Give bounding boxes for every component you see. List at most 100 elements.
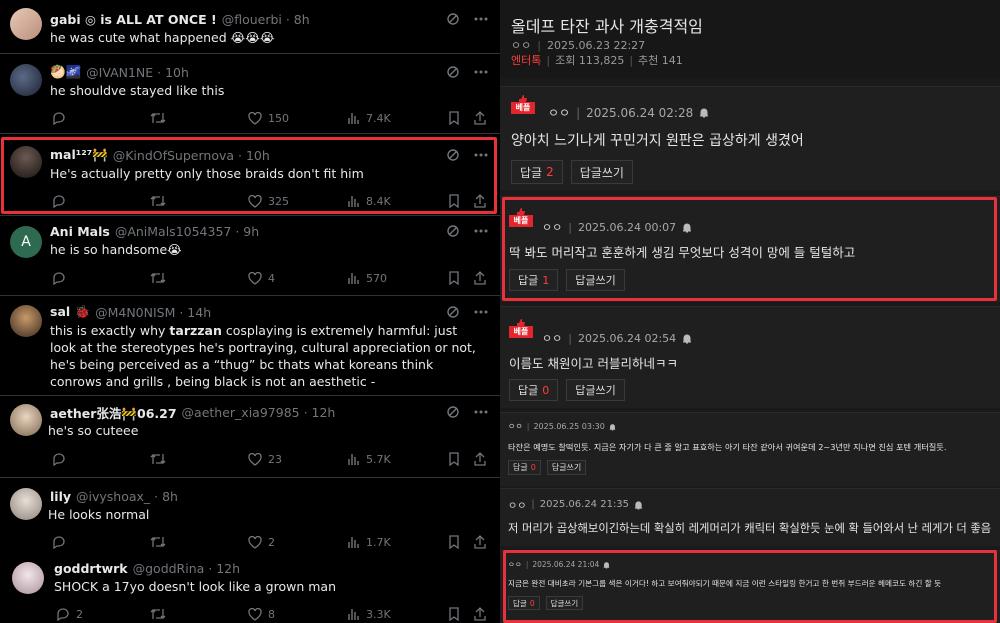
bookmark-button[interactable] [448,450,460,468]
reply-button[interactable] [52,192,72,210]
share-button[interactable] [474,109,486,127]
reply-button[interactable] [52,533,72,551]
comment-author[interactable]: ㅇㅇ [542,219,562,235]
retweet-button[interactable] [150,109,172,127]
views-button[interactable]: 1.7K [348,533,391,551]
tweet-handle[interactable]: @flouerbi · 8h [222,12,310,27]
tweet-handle[interactable]: @aether_xia97985 · 12h [182,405,336,420]
tweet[interactable]: gabi ◎ is ALL AT ONCE ! @flouerbi · 8h h… [0,0,500,54]
reply-button[interactable] [52,269,72,287]
grok-icon[interactable] [446,305,460,319]
avatar[interactable] [10,8,42,40]
report-icon[interactable] [603,561,610,569]
comment-author[interactable]: ㅇㅇ [542,330,562,346]
like-button[interactable]: 4 [248,269,275,287]
write-reply-button[interactable]: 답글쓰기 [545,596,584,610]
tweet-handle[interactable]: @goddRina · 12h [133,561,240,576]
tweet[interactable]: mal¹²⁷🚧 @KindOfSupernova · 10h He's actu… [0,134,500,216]
more-icon[interactable] [474,17,488,21]
share-button[interactable] [474,450,486,468]
views-button[interactable]: 3.3K [348,605,391,623]
bookmark-button[interactable] [448,192,460,210]
avatar[interactable] [10,305,42,337]
more-icon[interactable] [474,229,488,233]
tweet-author-name[interactable]: aether张浩🚧06.27 [50,403,177,422]
reply-button[interactable]: 2 [56,605,83,623]
report-icon[interactable] [682,222,692,233]
report-icon[interactable] [609,423,616,431]
tweet-author-name[interactable]: goddrtwrk [54,561,128,576]
report-icon[interactable] [634,500,643,510]
tweet-handle[interactable]: @KindOfSupernova · 10h [113,148,270,163]
post-author[interactable]: ㅇㅇ [511,39,531,52]
tweet[interactable]: sal 🐞 @M4N0NISM · 14h this is exactly wh… [0,296,500,396]
more-icon[interactable] [474,310,488,314]
bookmark-button[interactable] [448,109,460,127]
report-icon[interactable] [699,107,709,118]
more-icon[interactable] [474,153,488,157]
tweet-handle[interactable]: @ivyshoax_ · 8h [76,489,178,504]
tweet-author-name[interactable]: 🥙🌌 [50,64,81,80]
retweet-button[interactable] [150,269,172,287]
views-button[interactable]: 8.4K [348,192,391,210]
tweet[interactable]: lily @ivyshoax_ · 8h He looks normal 2 1… [0,478,500,554]
avatar[interactable] [10,146,42,178]
report-icon[interactable] [682,333,692,344]
like-button[interactable]: 2 [248,533,275,551]
tweet-author-name[interactable]: lily [50,489,71,504]
grok-icon[interactable] [446,405,460,419]
tweet[interactable]: A Ani Mals @AniMals1054357 · 9h he is so… [0,216,500,296]
tweet-author-name[interactable]: gabi ◎ is ALL AT ONCE ! [50,12,217,27]
avatar[interactable] [12,562,44,594]
retweet-button[interactable] [150,192,172,210]
views-button[interactable]: 7.4K [348,109,391,127]
avatar[interactable] [10,64,42,96]
tweet[interactable]: 🥙🌌 @IVAN1NE · 10h he shouldve stayed lik… [0,54,500,134]
avatar[interactable]: A [10,226,42,258]
retweet-button[interactable] [150,533,172,551]
more-icon[interactable] [474,70,488,74]
share-button[interactable] [474,533,486,551]
retweet-button[interactable] [150,450,172,468]
bookmark-button[interactable] [448,605,460,623]
hashtag-tarzzan[interactable]: tarzzan [169,323,221,338]
share-button[interactable] [474,192,486,210]
grok-icon[interactable] [446,65,460,79]
views-button[interactable]: 570 [348,269,387,287]
write-reply-button[interactable]: 답글쓰기 [566,379,625,401]
grok-icon[interactable] [446,148,460,162]
share-button[interactable] [474,269,486,287]
tweet-author-name[interactable]: mal¹²⁷🚧 [50,147,108,163]
bookmark-button[interactable] [448,533,460,551]
reply-button[interactable] [52,450,72,468]
tweet-author-name[interactable]: sal 🐞 [50,304,90,320]
views-button[interactable]: 5.7K [348,450,391,468]
comment-author[interactable]: ㅇㅇ [508,559,522,570]
post-category[interactable]: 엔터톡 [511,54,541,67]
tweet-author-name[interactable]: Ani Mals [50,224,110,239]
reply-toggle-button[interactable]: 답글 1 [509,269,559,291]
tweet-handle[interactable]: @M4N0NISM · 14h [95,305,211,320]
tweet-handle[interactable]: @AniMals1054357 · 9h [115,224,259,239]
tweet-handle[interactable]: @IVAN1NE · 10h [86,65,189,80]
reply-toggle-button[interactable]: 답글 0 [509,379,559,401]
retweet-button[interactable] [150,605,172,623]
bookmark-button[interactable] [448,269,460,287]
grok-icon[interactable] [446,12,460,26]
write-reply-button[interactable]: 답글쓰기 [546,460,587,475]
more-icon[interactable] [474,410,488,414]
write-reply-button[interactable]: 답글쓰기 [566,269,625,291]
share-button[interactable] [474,605,486,623]
write-reply-button[interactable]: 답글쓰기 [570,160,633,184]
post-title[interactable]: 올데프 타잔 과사 개충격적임 [511,13,703,37]
avatar[interactable] [10,488,42,520]
reply-toggle-button[interactable]: 답글 0 [508,460,541,475]
tweet[interactable]: goddrtwrk @goddRina · 12h SHOCK a 17yo d… [0,554,500,623]
avatar[interactable] [10,404,42,436]
reply-toggle-button[interactable]: 답글 0 [508,596,540,610]
like-button[interactable]: 8 [248,605,275,623]
grok-icon[interactable] [446,224,460,238]
reply-toggle-button[interactable]: 답글 2 [511,160,563,184]
comment-author[interactable]: ㅇㅇ [508,497,526,512]
tweet[interactable]: aether张浩🚧06.27 @aether_xia97985 · 12h he… [0,396,500,478]
